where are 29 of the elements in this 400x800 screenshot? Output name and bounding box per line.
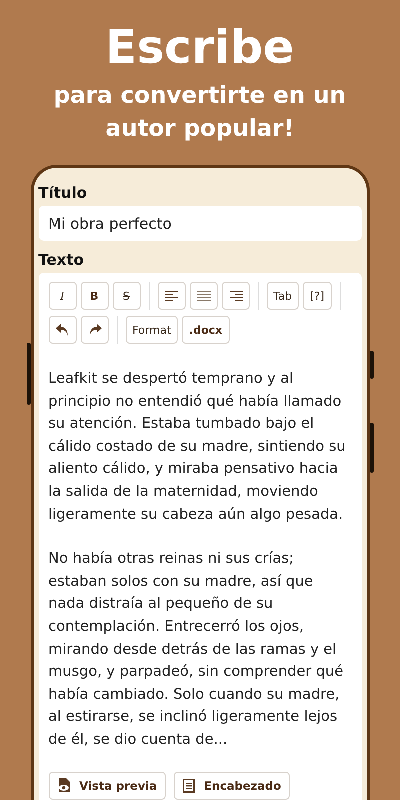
headline: Escribe — [106, 20, 294, 74]
document-eye-icon — [58, 778, 70, 793]
preview-button[interactable]: Vista previa — [48, 772, 166, 800]
title-field[interactable]: Mi obra perfecto — [38, 206, 362, 241]
justify-icon — [196, 290, 210, 302]
undo-icon — [56, 323, 70, 337]
story-paragraph: Leafkit se despertó temprano y al principio no entendió qué había llamado su atención. Estaba tumbado bajo el cálido costado de su madre, sintiendo su aliento cálido, y miraba pensativo hacia la salida de la maternidad, moviendo ligeramente su cabeza aún algo pesada. — [48, 370, 347, 525]
align-right-button[interactable] — [222, 282, 250, 310]
text-editor[interactable] — [38, 273, 362, 800]
field-label: Texto — [38, 251, 86, 269]
justify-button[interactable] — [190, 282, 218, 310]
toolbar-button[interactable]: Tab — [266, 282, 300, 310]
redo-icon — [88, 323, 102, 337]
document-icon — [183, 778, 196, 792]
italic-button[interactable]: I — [48, 282, 76, 310]
story-paragraph: No había otras reinas ni sus crías; estaban solos con su madre, así que nada distraía al pequeño de su contemplación. Entrecerró los ojos, mirando desde detrás de las ramas y el musgo, y parpadeó, sin comprender qué había cambiado. Solo cuando su madre, al estirarse, se inclinó ligeramente lejos de él, se dio cuenta de... — [48, 550, 345, 750]
align-left-icon — [164, 290, 178, 302]
toolbar-button[interactable]: Format — [126, 316, 178, 344]
align-left-button[interactable] — [158, 282, 186, 310]
bold-button[interactable]: B — [80, 282, 108, 310]
heading-button[interactable]: Encabezado — [174, 772, 290, 800]
redo-button[interactable] — [80, 316, 108, 344]
strikethrough-button[interactable]: S — [112, 282, 140, 310]
align-right-icon — [228, 290, 242, 302]
field-label: Título — [38, 184, 88, 202]
toolbar-button[interactable]: .docx — [182, 316, 230, 344]
undo-button[interactable] — [48, 316, 76, 344]
subheadline: para convertirte en un autor popular! — [52, 82, 348, 144]
toolbar-button[interactable]: [?] — [303, 282, 332, 310]
